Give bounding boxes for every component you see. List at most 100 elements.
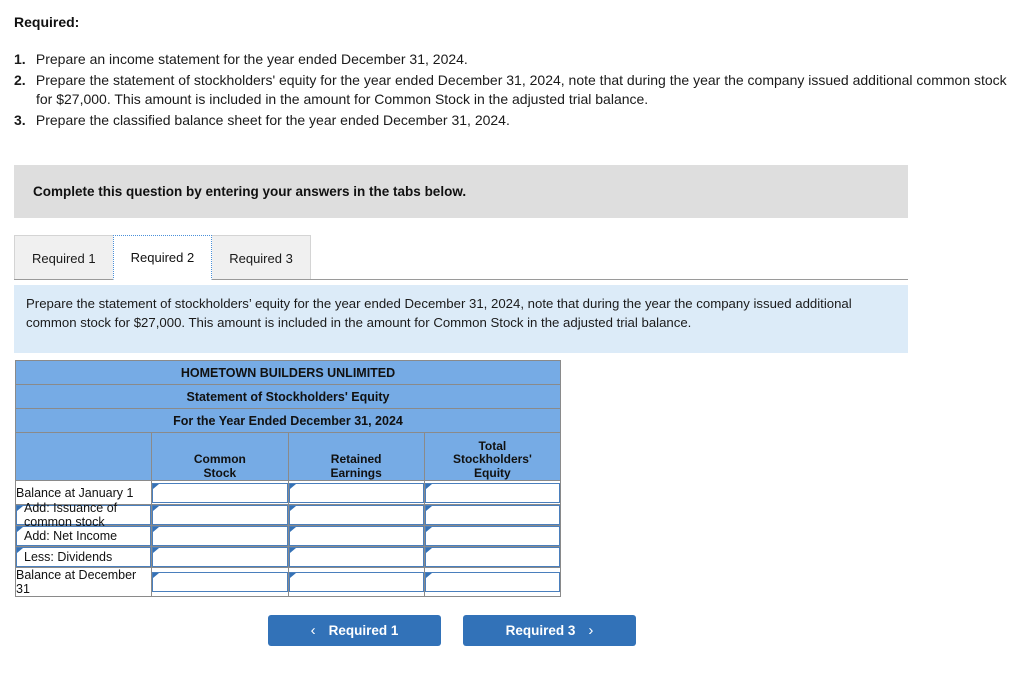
amount-input[interactable] [288,547,424,567]
amount-cell[interactable] [287,480,425,505]
amount-input[interactable] [152,547,288,567]
amount-cell[interactable] [151,525,289,547]
statement-title-line-1: HOMETOWN BUILDERS UNLIMITED [15,360,561,385]
table-row: Balance at December 31 [14,567,562,597]
table-row: Add: Issuance of common stock [14,501,562,529]
amount-input[interactable] [152,526,288,546]
next-required-label: Required 3 [505,623,576,638]
statement-table-body: HOMETOWN BUILDERS UNLIMITED Statement of … [14,360,562,597]
required-item-number: 2. [14,71,26,88]
required-item-text: Prepare an income statement for the year… [32,51,468,67]
amount-value [426,484,559,502]
required-section: Required: 1. Prepare an income statement… [14,14,1014,131]
amount-input[interactable] [424,572,560,592]
amount-value [290,573,423,591]
amount-cell[interactable] [423,525,562,547]
tab-label: Required 2 [130,250,195,265]
question-banner-text: Complete this question by entering your … [33,184,467,199]
amount-input[interactable] [424,482,560,503]
amount-value [290,506,423,524]
column-header-blank [14,432,153,481]
amount-input[interactable] [288,482,424,503]
amount-cell[interactable] [151,504,289,526]
required-item-text: Prepare the classified balance sheet for… [32,111,510,128]
statement-title-line-3: For the Year Ended December 31, 2024 [15,408,561,433]
required-heading: Required: [14,14,80,30]
required-item-1: 1. Prepare an income statement for the y… [14,50,1014,70]
amount-value [426,506,559,524]
amount-input[interactable] [288,505,424,525]
amount-input[interactable] [152,505,288,525]
amount-input[interactable] [424,526,560,546]
statement-title-row: For the Year Ended December 31, 2024 [15,408,561,433]
amount-input[interactable] [424,505,560,525]
amount-value [153,527,286,545]
column-header-2: Retained Earnings [287,432,425,481]
amount-input[interactable] [152,572,288,592]
chevron-right-icon: › [588,622,594,639]
tab-required-3[interactable]: Required 3 [211,235,311,280]
column-header-3: Total Stockholders' Equity [423,432,562,481]
column-header-row: Common Stock Retained Earnings Total Stockhol… [14,432,562,481]
amount-value [426,527,559,545]
stockholders-equity-table: HOMETOWN BUILDERS UNLIMITED Statement of … [14,360,562,597]
amount-value [153,506,286,524]
question-banner: Complete this question by entering your … [14,165,908,218]
amount-value [426,573,559,591]
amount-value [426,548,559,566]
next-required-button[interactable]: Required 3 › [463,615,636,646]
amount-cell[interactable] [287,546,425,568]
required-item-2: 2. Prepare the statement of stockholders… [14,71,1014,110]
chevron-left-icon: ‹ [310,622,316,639]
statement-title-row: Statement of Stockholders' Equity [15,384,561,409]
amount-value [290,527,423,545]
required-item-number: 1. [14,51,26,67]
column-header-1: Common Stock [151,432,289,481]
table-row: Less: Dividends [14,546,562,568]
required-list: 1. Prepare an income statement for the y… [14,50,1014,130]
row-label-input[interactable]: Add: Issuance of common stock [14,501,153,529]
required-item-number: 3. [14,111,26,128]
tab-strip: Required 1 Required 2 Required 3 [14,235,908,280]
amount-input[interactable] [288,526,424,546]
amount-value [290,548,423,566]
instruction-text: Prepare the statement of stockholders’ e… [26,296,852,330]
amount-value [153,573,286,591]
amount-cell[interactable] [423,504,562,526]
instruction-panel: Prepare the statement of stockholders’ e… [14,285,908,353]
amount-cell[interactable] [287,525,425,547]
row-label-input[interactable]: Less: Dividends [14,546,153,568]
table-row: Add: Net Income [14,525,562,547]
amount-input[interactable] [152,482,288,503]
statement-title-line-2: Statement of Stockholders' Equity [15,384,561,409]
tab-required-2[interactable]: Required 2 [112,235,213,280]
tab-label: Required 3 [229,250,293,266]
row-label-input[interactable]: Add: Net Income [14,525,153,547]
amount-value [290,484,423,502]
required-item-3: 3. Prepare the classified balance sheet … [14,111,1014,131]
row-label-input-box[interactable]: Add: Issuance of common stock [16,501,152,529]
row-label-input-box[interactable]: Less: Dividends [16,547,152,567]
row-label-static: Balance at December 31 [14,567,153,597]
row-label-input-box[interactable]: Add: Net Income [16,526,152,546]
row-label-text: Add: Net Income [24,529,118,543]
amount-input[interactable] [424,547,560,567]
amount-input[interactable] [288,572,424,592]
amount-value [153,484,286,502]
amount-cell[interactable] [423,567,562,597]
amount-cell[interactable] [151,546,289,568]
amount-cell[interactable] [423,480,562,505]
amount-cell[interactable] [151,567,289,597]
amount-cell[interactable] [151,480,289,505]
required-item-text: Prepare the statement of stockholders' e… [32,71,1007,108]
amount-value [153,548,286,566]
statement-title-row: HOMETOWN BUILDERS UNLIMITED [15,360,561,385]
prev-required-label: Required 1 [328,623,399,638]
amount-cell[interactable] [423,546,562,568]
row-label-text: Less: Dividends [24,550,113,564]
prev-required-button[interactable]: ‹ Required 1 [268,615,441,646]
amount-cell[interactable] [287,504,425,526]
tab-required-1[interactable]: Required 1 [14,235,114,280]
amount-cell[interactable] [287,567,425,597]
tab-label: Required 1 [32,250,96,266]
